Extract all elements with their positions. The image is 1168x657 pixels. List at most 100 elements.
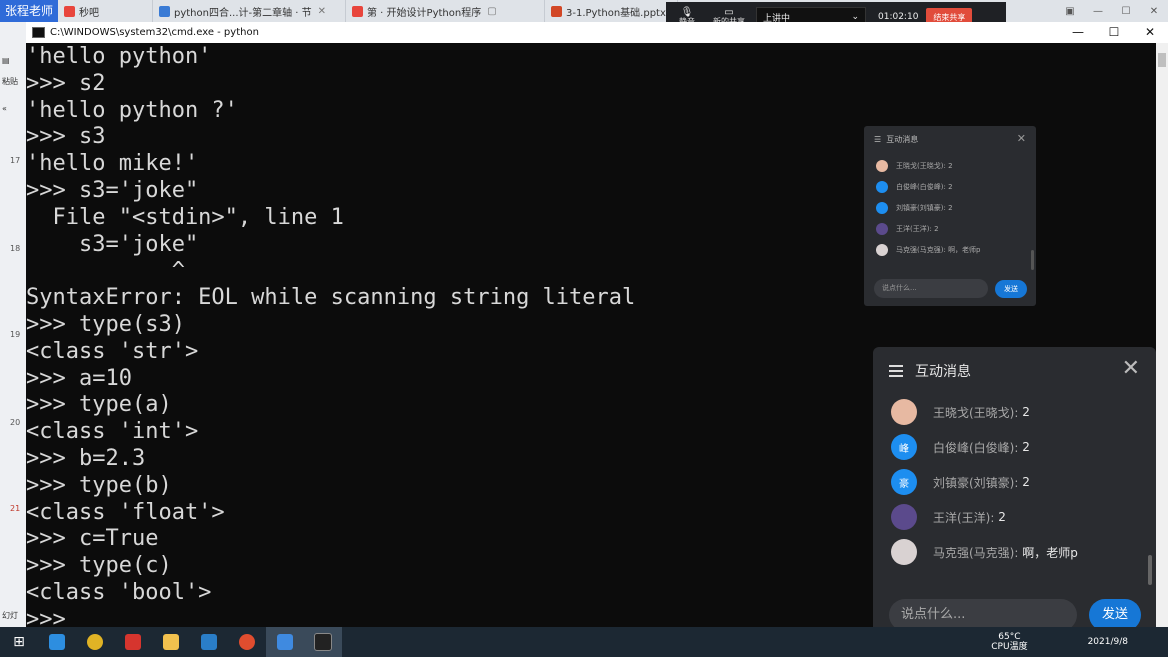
taskbar-app-vscode[interactable]	[190, 627, 228, 657]
avatar	[876, 244, 888, 256]
slide-number: 19	[10, 330, 21, 339]
scrollbar-thumb[interactable]	[1158, 53, 1166, 67]
avatar	[891, 539, 917, 565]
slide-number: 18	[10, 244, 21, 253]
console-line: >>> b=2.3	[26, 446, 146, 471]
minimize-button[interactable]: —	[1060, 22, 1096, 43]
windows-icon: ⊞	[13, 634, 25, 650]
mini-chat-input[interactable]: 说点什么...	[874, 279, 988, 298]
record-icon	[239, 634, 255, 650]
avatar: 峰	[891, 434, 917, 460]
console-line: >>> c=True	[26, 526, 159, 552]
console-line: <class 'float'>	[26, 499, 225, 525]
console-line: 'hello python ?'	[26, 97, 238, 123]
tab-label: 秒吧	[79, 7, 99, 19]
chevron-down-icon: ⌄	[851, 12, 859, 22]
mini-chat-panel: ☰ 互动消息 ✕ 王晓戈(王晓戈): 2 白俊峰(白俊峰): 2 刘镇豪(刘镇豪…	[864, 126, 1036, 306]
tab-label: 3-1.Python基础.pptx	[566, 7, 666, 19]
tab-favicon-icon	[352, 5, 363, 17]
browser-tab-2[interactable]: python四合...计-第二章轴 · 节 ✕	[153, 0, 346, 22]
cpu-temperature: 65°C CPU温度	[991, 632, 1028, 652]
collapse-icon[interactable]: «	[2, 104, 7, 113]
chat-text: 啊，老师p	[1022, 545, 1078, 560]
console-line: >>> s2	[26, 70, 106, 96]
tab-label: python四合...计-第二章轴 · 节	[174, 7, 312, 19]
system-tray: 65°C CPU温度 2021/9/8	[991, 627, 1168, 657]
cmd-title-bar[interactable]: C:\WINDOWS\system32\cmd.exe - python — ☐…	[26, 22, 1168, 43]
console-line: >>> a=10	[26, 365, 132, 391]
chat-title: 互动消息	[915, 364, 971, 380]
background-app-strip: ▤ 粘贴 « 17 18 19 20 21 幻灯	[0, 22, 27, 627]
taskbar-app-record[interactable]	[228, 627, 266, 657]
chat-message: 峰 白俊峰(白俊峰): 2	[891, 434, 1030, 460]
mini-chat-row: 马克强(马克强): 啊，老师p	[876, 244, 981, 256]
console-line: >>> s3	[26, 124, 106, 150]
chat-sender: 刘镇豪(刘镇豪):	[933, 475, 1019, 490]
mini-chat-text: 王洋(王洋): 2	[896, 225, 939, 233]
clock-date: 2021/9/8	[1087, 637, 1128, 647]
console-scrollbar[interactable]	[1156, 43, 1168, 627]
chat-sender: 马克强(马克强):	[933, 545, 1019, 560]
console-line: 'hello python'	[26, 44, 212, 69]
console-line: >>> type(b)	[26, 472, 172, 498]
close-icon[interactable]: ✕	[1017, 132, 1026, 145]
side-label: 粘贴	[2, 77, 18, 86]
taskbar-app-chrome[interactable]	[76, 627, 114, 657]
paste-icon[interactable]: ▤	[2, 56, 10, 65]
close-icon[interactable]: ▢	[487, 6, 496, 17]
mini-chat-text: 刘镇豪(刘镇豪): 2	[896, 204, 953, 212]
tab-favicon-icon	[64, 5, 75, 17]
feishu-icon	[277, 634, 293, 650]
chat-message: 王晓戈(王晓戈): 2	[891, 399, 1030, 425]
tab-favicon-icon	[159, 5, 170, 17]
console-line: 'hello mike!'	[26, 151, 199, 177]
chat-text: 2	[998, 510, 1006, 524]
console-line: s3='joke"	[26, 231, 199, 257]
chat-header: 互动消息	[889, 361, 971, 381]
start-button[interactable]: ⊞	[0, 627, 38, 657]
avatar	[891, 504, 917, 530]
taskbar-app-cmd[interactable]	[304, 627, 342, 657]
folder-icon	[163, 634, 179, 650]
user-tab[interactable]: 张程老师	[0, 0, 58, 22]
minimize-icon[interactable]: —	[1084, 6, 1112, 17]
console-line: >>> type(c)	[26, 553, 172, 579]
console-line: File "<stdin>", line 1	[26, 204, 344, 230]
browser-tab-1[interactable]: 秒吧	[58, 0, 153, 22]
chat-icon: ▭	[724, 7, 734, 18]
chat-message: 王洋(王洋): 2	[891, 504, 1006, 530]
tab-favicon-icon	[551, 5, 562, 17]
chat-text: 2	[1022, 475, 1030, 489]
chat-sender: 王洋(王洋):	[933, 510, 995, 525]
ie-icon	[49, 634, 65, 650]
taskbar-app-wps[interactable]	[114, 627, 152, 657]
browser-tab-4[interactable]: 3-1.Python基础.pptx	[545, 0, 678, 22]
wps-icon	[125, 634, 141, 650]
console-line: <class 'bool'>	[26, 580, 212, 605]
close-icon[interactable]: ✕	[1122, 357, 1140, 381]
window-controls-top: ▣ — ☐ ✕	[1056, 0, 1168, 22]
taskbar: ⊞ 65°C CPU温度 2021/9/8	[0, 627, 1168, 657]
restore-icon[interactable]: ▣	[1056, 6, 1084, 17]
taskbar-app-ie[interactable]	[38, 627, 76, 657]
console-line: <class 'str'>	[26, 338, 199, 364]
close-button[interactable]: ✕	[1132, 22, 1168, 43]
tab-label: 第 · 开始设计Python程序	[367, 7, 482, 19]
mini-chat-row: 王洋(王洋): 2	[876, 223, 939, 235]
menu-icon[interactable]	[889, 362, 903, 380]
maximize-button[interactable]: ☐	[1096, 22, 1132, 43]
browser-tab-3[interactable]: 第 · 开始设计Python程序 ▢	[346, 0, 545, 22]
mini-chat-scrollbar[interactable]	[1031, 250, 1034, 270]
taskbar-app-explorer[interactable]	[152, 627, 190, 657]
avatar	[891, 399, 917, 425]
maximize-icon[interactable]: ☐	[1112, 6, 1140, 17]
cmd-window-controls: — ☐ ✕	[1060, 22, 1168, 43]
close-icon[interactable]: ✕	[1140, 6, 1168, 17]
taskbar-app-feishu[interactable]	[266, 627, 304, 657]
cmd-icon	[32, 27, 45, 38]
chat-sender: 白俊峰(白俊峰):	[933, 440, 1019, 455]
mini-send-button[interactable]: 发送	[995, 280, 1027, 298]
chat-scrollbar[interactable]	[1148, 555, 1152, 585]
avatar	[876, 223, 888, 235]
close-icon[interactable]: ✕	[318, 6, 326, 17]
